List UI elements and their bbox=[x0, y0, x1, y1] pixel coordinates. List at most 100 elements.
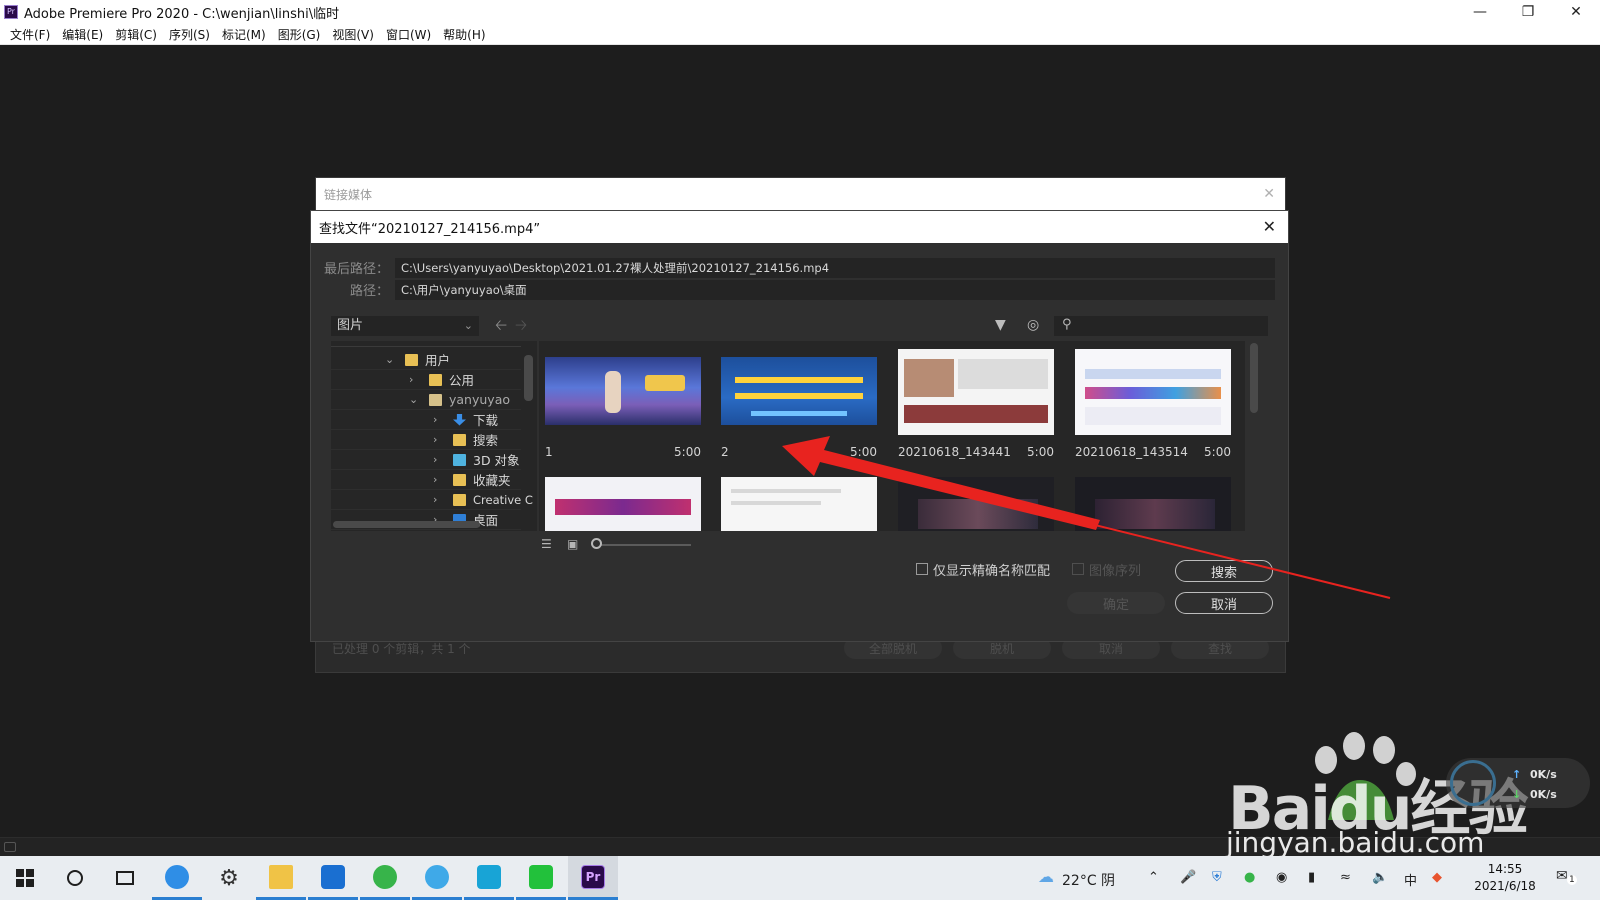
menu-clip[interactable]: 剪辑(C) bbox=[109, 26, 163, 43]
search-button[interactable]: 搜索 bbox=[1175, 560, 1273, 582]
menu-edit[interactable]: 编辑(E) bbox=[56, 26, 109, 43]
thumbnail-item-5[interactable] bbox=[539, 469, 711, 531]
tree-vertical-scrollbar[interactable] bbox=[524, 355, 533, 401]
path-field[interactable]: C:\用户\yanyuyao\桌面 bbox=[395, 280, 1275, 300]
chevron-right-icon[interactable]: › bbox=[409, 373, 413, 386]
close-button[interactable]: ✕ bbox=[1552, 0, 1600, 24]
thumbnail-name: 20210618_143514 bbox=[1075, 445, 1188, 459]
tree-item-public[interactable]: › 公用 bbox=[331, 370, 521, 390]
chevron-down-icon[interactable]: ⌄ bbox=[409, 393, 418, 406]
image-sequence-checkbox[interactable] bbox=[1072, 563, 1084, 575]
store-icon[interactable] bbox=[464, 856, 514, 900]
thumbnail-item-4[interactable]: 20210618_143514 5:00 bbox=[1069, 341, 1241, 461]
browser-icon[interactable] bbox=[152, 856, 202, 900]
exact-match-label: 仅显示精确名称匹配 bbox=[933, 564, 1051, 579]
back-arrow-icon[interactable]: 🡠 bbox=[495, 315, 507, 340]
chevron-up-icon[interactable]: ⌃ bbox=[1148, 870, 1159, 885]
thumbnail-duration: 5:00 bbox=[674, 445, 701, 459]
chevron-right-icon[interactable]: › bbox=[433, 413, 437, 426]
filter-icon[interactable]: ▼ bbox=[995, 317, 1006, 333]
chevron-down-icon[interactable]: ⌄ bbox=[385, 353, 394, 366]
thumbnail-duration: 5:00 bbox=[850, 445, 877, 459]
thumbnail-item-2[interactable]: 2 5:00 bbox=[715, 341, 887, 461]
cancel-button[interactable]: 取消 bbox=[1175, 592, 1273, 614]
list-view-icon[interactable]: ☰ bbox=[541, 537, 552, 551]
tree-item-3d-objects[interactable]: › 3D 对象 bbox=[331, 450, 521, 470]
task-view-icon[interactable] bbox=[100, 856, 150, 900]
thumbnail-item-8[interactable] bbox=[1069, 469, 1241, 531]
system-clock[interactable]: 14:55 2021/6/18 bbox=[1472, 861, 1538, 895]
tree-item-searches[interactable]: › 搜索 bbox=[331, 430, 521, 450]
start-icon[interactable] bbox=[0, 856, 50, 900]
find-file-titlebar: 查找文件“20210127_214156.mp4” ✕ bbox=[311, 211, 1288, 243]
minimize-button[interactable]: — bbox=[1456, 0, 1504, 24]
icon-view-icon[interactable]: ▣ bbox=[567, 537, 578, 551]
iqiyi-icon[interactable] bbox=[516, 856, 566, 900]
file-explorer-icon[interactable] bbox=[256, 856, 306, 900]
location-dropdown[interactable]: 图片 ⌄ bbox=[331, 316, 479, 336]
tree-item-label: 用户 bbox=[425, 353, 451, 368]
thumbnail-item-1[interactable]: 1 5:00 bbox=[539, 341, 711, 461]
exact-match-checkbox[interactable] bbox=[916, 563, 928, 575]
tree-item-label: 3D 对象 bbox=[473, 453, 520, 468]
wifi-icon[interactable]: ≈ bbox=[1340, 870, 1351, 885]
menu-graphics[interactable]: 图形(G) bbox=[272, 26, 327, 43]
menu-file[interactable]: 文件(F) bbox=[4, 26, 56, 43]
folder-icon bbox=[405, 353, 418, 366]
battery-icon[interactable]: ▮ bbox=[1308, 870, 1315, 885]
chevron-right-icon[interactable]: › bbox=[433, 473, 437, 486]
thumbnail-item-7[interactable] bbox=[892, 469, 1064, 531]
thumbnail-image bbox=[898, 349, 1054, 435]
thumbnail-image bbox=[721, 477, 877, 531]
grid-vertical-scrollbar[interactable] bbox=[1250, 343, 1258, 413]
app-icon[interactable] bbox=[412, 856, 462, 900]
security-shield-icon[interactable]: ⛨ bbox=[1212, 870, 1222, 885]
chevron-right-icon[interactable]: › bbox=[433, 453, 437, 466]
folder-tree[interactable]: ⌄ 用户 › 公用 ⌄ yanyuyao › 下载 › 搜索 › 3D 对象 ›… bbox=[331, 341, 537, 531]
menu-help[interactable]: 帮助(H) bbox=[437, 26, 491, 43]
tree-item-downloads[interactable]: › 下载 bbox=[331, 410, 521, 430]
microphone-icon[interactable]: 🎤 bbox=[1180, 870, 1196, 885]
tree-horizontal-scrollbar[interactable] bbox=[333, 521, 480, 528]
wechat-icon[interactable] bbox=[360, 856, 410, 900]
qq-tray-icon[interactable]: ◉ bbox=[1276, 870, 1287, 885]
notification-center-icon[interactable]: ✉ 1 bbox=[1556, 868, 1577, 886]
wechat-tray-icon[interactable]: ● bbox=[1244, 870, 1255, 885]
volume-icon[interactable]: 🔈 bbox=[1372, 870, 1388, 885]
zoom-slider-track[interactable] bbox=[597, 544, 691, 546]
tree-item-yanyuyao[interactable]: ⌄ yanyuyao bbox=[331, 390, 521, 410]
3d-objects-icon bbox=[453, 453, 466, 466]
thumbnail-item-6[interactable] bbox=[715, 469, 887, 531]
settings-icon[interactable]: ⚙ bbox=[204, 856, 254, 900]
premiere-taskbar-icon[interactable]: Pr bbox=[568, 856, 618, 900]
sogou-input-icon[interactable]: ◆ bbox=[1432, 870, 1442, 885]
thumbnail-item-3[interactable]: 20210618_143441 5:00 bbox=[892, 341, 1064, 461]
find-file-close-icon[interactable]: ✕ bbox=[1263, 217, 1276, 236]
weather-text[interactable]: 22°C 阴 bbox=[1062, 870, 1115, 890]
window-title-bar: Pr Adobe Premiere Pro 2020 - C:\wenjian\… bbox=[0, 0, 1600, 24]
ime-indicator[interactable]: 中 bbox=[1404, 870, 1417, 889]
link-media-titlebar: 链接媒体 ✕ bbox=[316, 178, 1285, 210]
clock-date: 2021/6/18 bbox=[1474, 879, 1536, 893]
tree-item-creative-cloud[interactable]: › Creative C bbox=[331, 490, 533, 510]
restore-button[interactable]: ❐ bbox=[1504, 0, 1552, 24]
forward-arrow-icon[interactable]: 🡢 bbox=[515, 315, 527, 340]
tree-item-users[interactable]: ⌄ 用户 bbox=[331, 350, 521, 370]
preview-eye-icon[interactable]: ◎ bbox=[1027, 317, 1039, 333]
menu-window[interactable]: 窗口(W) bbox=[380, 26, 437, 43]
menu-view[interactable]: 视图(V) bbox=[326, 26, 380, 43]
menu-markers[interactable]: 标记(M) bbox=[216, 26, 272, 43]
chevron-right-icon[interactable]: › bbox=[433, 433, 437, 446]
menu-sequence[interactable]: 序列(S) bbox=[163, 26, 216, 43]
link-media-close-icon[interactable]: ✕ bbox=[1263, 186, 1275, 202]
last-path-field[interactable]: C:\Users\yanyuyao\Desktop\2021.01.27裸人处理… bbox=[395, 258, 1275, 278]
ok-button[interactable]: 确定 bbox=[1067, 592, 1165, 614]
zoom-slider-handle[interactable] bbox=[591, 538, 602, 549]
chevron-right-icon[interactable]: › bbox=[433, 493, 437, 506]
mail-icon[interactable] bbox=[308, 856, 358, 900]
cortana-icon[interactable] bbox=[50, 856, 100, 900]
thumbnail-grid[interactable]: 1 5:00 2 5:00 20210618_143441 5:00 20210… bbox=[539, 341, 1245, 531]
weather-cloud-icon[interactable]: ☁ bbox=[1038, 867, 1054, 886]
search-input[interactable]: ⚲ bbox=[1054, 316, 1268, 336]
tree-item-favorites[interactable]: › 收藏夹 bbox=[331, 470, 521, 490]
